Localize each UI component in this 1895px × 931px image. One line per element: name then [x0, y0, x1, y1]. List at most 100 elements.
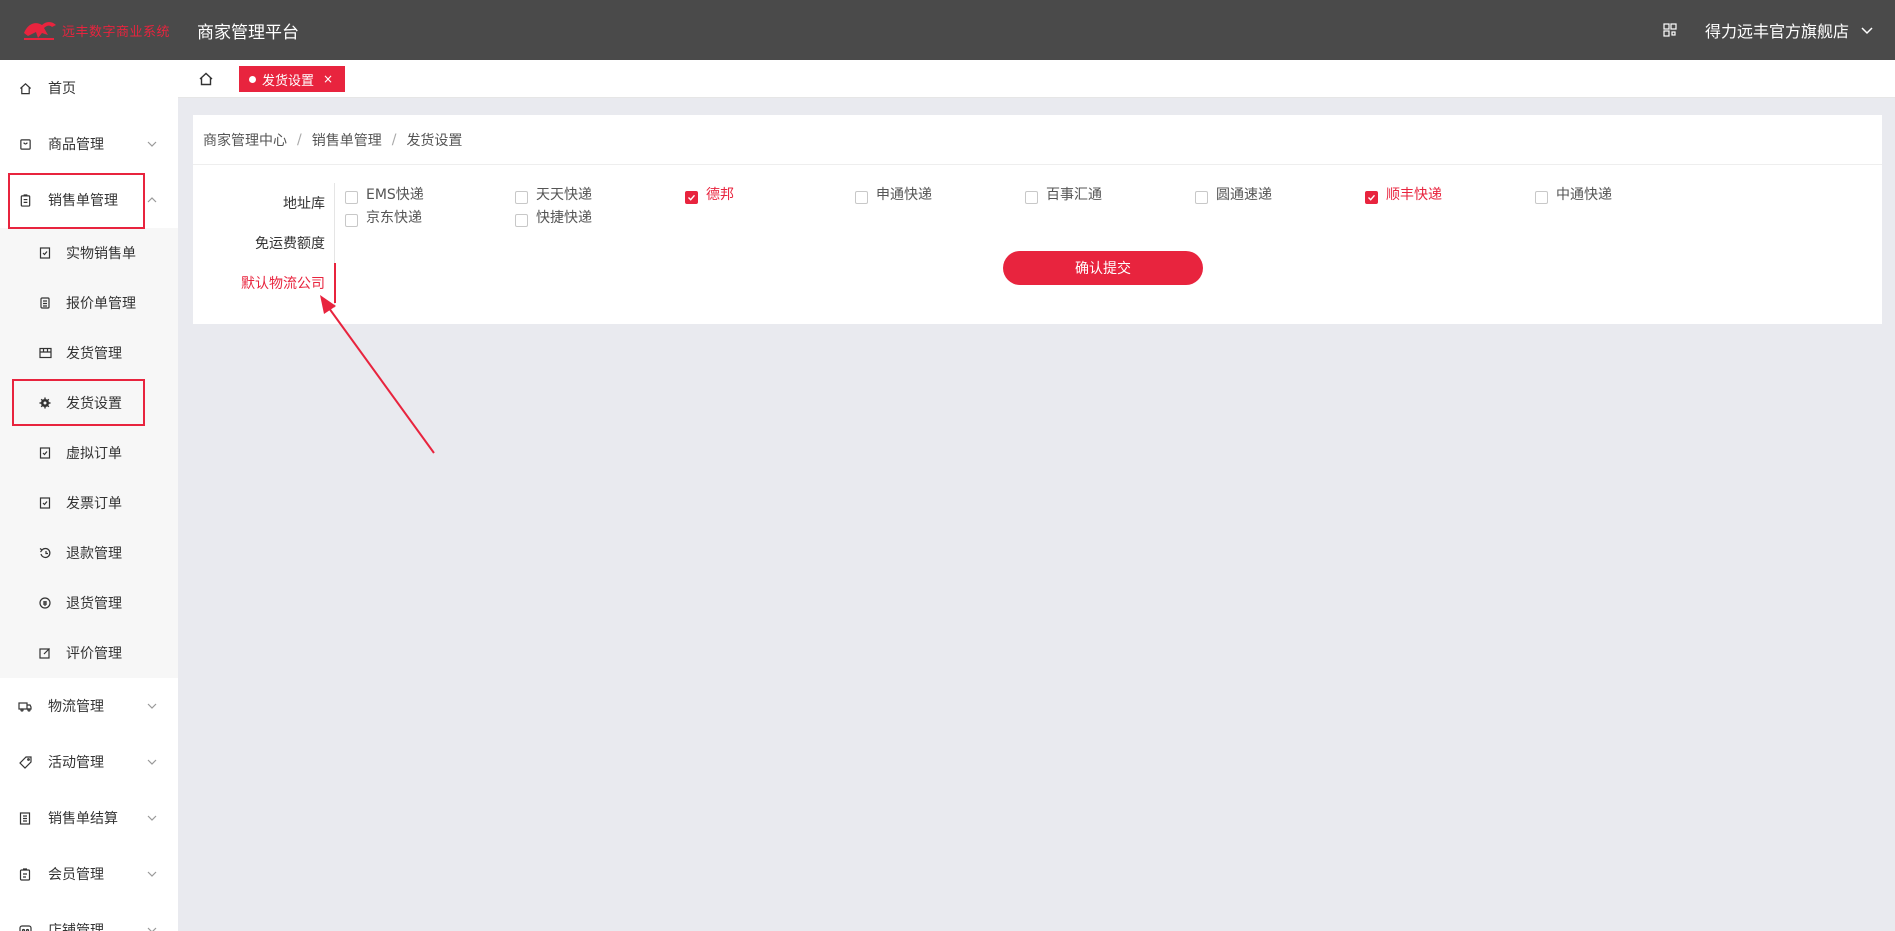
tag-icon	[18, 755, 32, 769]
sidebar-item-home[interactable]: 首页	[0, 60, 178, 116]
chevron-down-icon	[147, 759, 157, 765]
chevron-down-icon	[147, 141, 157, 147]
highlight-box-shipping-settings	[12, 379, 145, 426]
chevron-down-icon[interactable]	[1859, 22, 1875, 38]
sidebar-item-invoice-orders[interactable]: 发票订单	[0, 478, 178, 528]
side-tab-free-shipping[interactable]: 免运费额度	[193, 223, 337, 263]
checkbox[interactable]	[1025, 190, 1038, 204]
doc-check-icon	[38, 446, 52, 460]
box-icon	[38, 346, 52, 360]
courier-yuantong[interactable]: 圆通速递	[1195, 184, 1272, 204]
sidebar: 首页 商品管理 销售单管理 实物销售单 报价单管理 发货管理 发货设置 虚拟订单…	[0, 60, 178, 931]
sidebar-item-label: 物流管理	[48, 699, 104, 715]
logo-text: 远丰数字商业系统	[62, 24, 171, 40]
sales-submenu: 实物销售单 报价单管理 发货管理 发货设置 虚拟订单 发票订单 退款管理 退货管…	[0, 228, 178, 678]
courier-label: 快捷快递	[536, 210, 592, 226]
edit-icon	[38, 646, 52, 660]
courier-shentong[interactable]: 申通快递	[855, 184, 932, 204]
submit-button[interactable]: 确认提交	[1003, 251, 1203, 285]
highlight-box-sales-orders	[8, 173, 145, 229]
courier-zhongtong[interactable]: 中通快递	[1535, 184, 1612, 204]
breadcrumb-separator: /	[391, 131, 397, 148]
breadcrumb-item-current: 发货设置	[406, 132, 463, 149]
doc-check-icon	[38, 246, 52, 260]
shop-icon	[18, 923, 32, 931]
sidebar-item-goods[interactable]: 商品管理	[0, 116, 178, 172]
sidebar-item-activities[interactable]: 活动管理	[0, 734, 178, 790]
sidebar-item-label: 退货管理	[66, 596, 122, 612]
annotation-arrow-icon	[320, 295, 435, 454]
courier-jingdong[interactable]: 京东快递	[345, 207, 422, 227]
sidebar-item-quotes[interactable]: 报价单管理	[0, 278, 178, 328]
tab-label: 发货设置	[262, 73, 315, 89]
top-header: 远丰数字商业系统 商家管理平台 得力远丰官方旗舰店	[0, 0, 1895, 60]
breadcrumb-item[interactable]: 销售单管理	[312, 130, 382, 150]
sidebar-item-refunds[interactable]: 退款管理	[0, 528, 178, 578]
sidebar-item-label: 商品管理	[48, 137, 104, 153]
tab-shipping-settings[interactable]: 发货设置 ×	[239, 66, 346, 92]
courier-label: 天天快递	[536, 187, 592, 203]
courier-debang[interactable]: 德邦	[685, 184, 734, 204]
qr-code-icon[interactable]	[1659, 19, 1681, 41]
courier-label: EMS快递	[366, 187, 424, 203]
sidebar-item-reviews[interactable]: 评价管理	[0, 628, 178, 678]
courier-label: 中通快递	[1556, 187, 1612, 203]
checkbox[interactable]	[1195, 190, 1208, 204]
chevron-down-icon	[147, 703, 157, 709]
sidebar-item-label: 退款管理	[66, 546, 122, 562]
sidebar-item-label: 报价单管理	[66, 296, 136, 312]
checkbox[interactable]	[345, 213, 358, 227]
courier-label: 圆通速递	[1216, 187, 1272, 203]
chevron-up-icon	[147, 197, 157, 203]
checkbox[interactable]	[1535, 190, 1548, 204]
sidebar-item-returns[interactable]: 退货管理	[0, 578, 178, 628]
checkbox[interactable]	[515, 213, 528, 227]
sidebar-item-label: 首页	[48, 81, 76, 97]
sidebar-item-physical-orders[interactable]: 实物销售单	[0, 228, 178, 278]
courier-kuaijie[interactable]: 快捷快递	[515, 207, 592, 227]
member-icon	[18, 867, 32, 881]
courier-label: 顺丰快递	[1386, 187, 1442, 203]
sidebar-item-label: 虚拟订单	[66, 446, 122, 462]
sidebar-item-shipping[interactable]: 发货管理	[0, 328, 178, 378]
close-icon[interactable]: ×	[323, 72, 333, 86]
courier-label: 京东快递	[366, 210, 422, 226]
logo[interactable]: 远丰数字商业系统	[0, 19, 190, 41]
sidebar-item-label: 发票订单	[66, 496, 122, 512]
sidebar-item-label: 销售单结算	[48, 811, 118, 827]
chevron-down-icon	[147, 927, 157, 931]
store-name[interactable]: 得力远丰官方旗舰店	[1705, 18, 1849, 42]
courier-tiantian[interactable]: 天天快递	[515, 184, 592, 204]
checkbox-checked[interactable]	[1365, 190, 1378, 204]
sidebar-item-label: 会员管理	[48, 867, 104, 883]
courier-ems[interactable]: EMS快递	[345, 184, 424, 204]
sidebar-item-label: 评价管理	[66, 646, 122, 662]
courier-baishi[interactable]: 百事汇通	[1025, 184, 1102, 204]
sidebar-item-settlement[interactable]: 销售单结算	[0, 790, 178, 846]
tab-active-dot	[249, 75, 256, 83]
breadcrumb-item[interactable]: 商家管理中心	[203, 130, 287, 150]
sidebar-item-shop[interactable]: 店铺管理	[0, 902, 178, 931]
sidebar-item-members[interactable]: 会员管理	[0, 846, 178, 902]
sidebar-item-logistics[interactable]: 物流管理	[0, 678, 178, 734]
breadcrumb: 商家管理中心 / 销售单管理 / 发货设置	[193, 115, 1882, 165]
header-right: 得力远丰官方旗舰店	[1659, 0, 1875, 60]
doc-list-icon	[38, 296, 52, 310]
refund-icon	[38, 546, 52, 560]
breadcrumb-separator: /	[297, 131, 302, 148]
settings-side-tabs: 地址库 免运费额度 默认物流公司	[193, 183, 337, 303]
checkbox[interactable]	[515, 190, 528, 204]
checkbox-checked[interactable]	[685, 190, 698, 204]
truck-icon	[18, 699, 32, 713]
home-tab-icon[interactable]	[196, 69, 216, 89]
sidebar-item-virtual-orders[interactable]: 虚拟订单	[0, 428, 178, 478]
sidebar-item-label: 发货管理	[66, 346, 122, 362]
check-icon	[1368, 194, 1376, 201]
checkbox[interactable]	[345, 190, 358, 204]
check-icon	[688, 194, 696, 201]
courier-shunfeng[interactable]: 顺丰快递	[1365, 184, 1442, 204]
checkbox[interactable]	[855, 190, 868, 204]
doc-check-icon	[38, 496, 52, 510]
logo-mark-icon	[24, 22, 56, 40]
side-tab-address-book[interactable]: 地址库	[193, 183, 337, 223]
